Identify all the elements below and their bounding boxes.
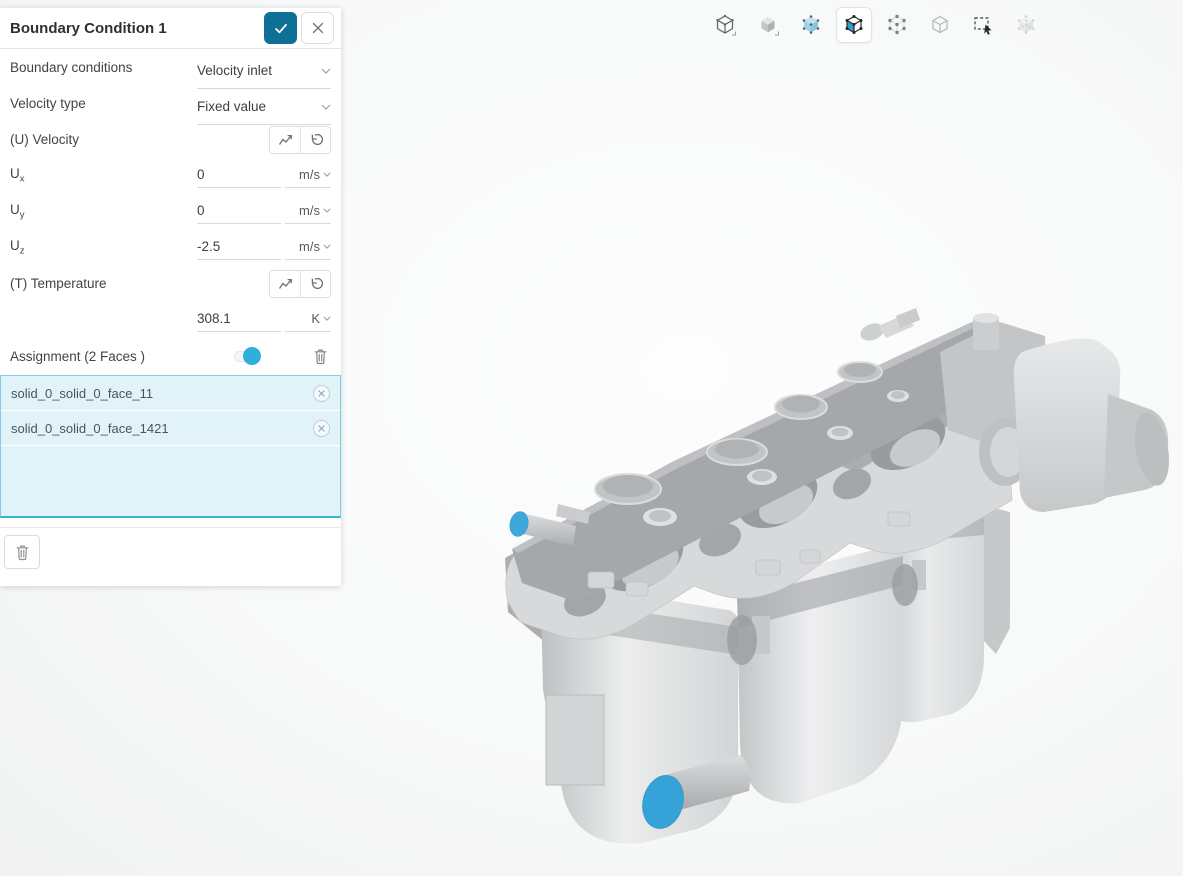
undo-icon — [311, 134, 323, 146]
assignment-clear-button[interactable] — [309, 345, 331, 367]
ux-input[interactable]: 0 — [197, 161, 281, 188]
ux-unit-value: m/s — [299, 166, 320, 182]
chevron-down-icon — [321, 68, 331, 74]
select-face-icon — [845, 15, 863, 34]
trash-icon — [314, 349, 326, 364]
boundary-conditions-value: Velocity inlet — [197, 63, 273, 78]
tool-select-vertex[interactable] — [879, 7, 915, 43]
row-uz: Uz -2.5 m/s — [0, 229, 341, 265]
uz-label: Uz — [10, 237, 25, 257]
uy-unit-value: m/s — [299, 202, 320, 218]
row-u-velocity: (U) Velocity — [0, 121, 341, 157]
app: Boundary Condition 1 Boundary conditions… — [0, 0, 1183, 876]
toggle-knob — [243, 347, 261, 365]
face-name: solid_0_solid_0_face_11 — [11, 385, 154, 401]
temperature-actions — [269, 270, 331, 298]
view-cube-icon — [716, 14, 736, 36]
tool-view-cube[interactable] — [707, 7, 743, 43]
select-hidden-icon — [1017, 15, 1035, 34]
uy-input[interactable]: 0 — [197, 197, 281, 224]
model-fin — [983, 505, 1010, 654]
u-velocity-actions — [269, 126, 331, 154]
row-assignment: Assignment (2 Faces ) — [0, 337, 341, 375]
close-icon — [318, 389, 325, 397]
face-remove-button[interactable] — [313, 419, 330, 437]
shaded-view-icon — [761, 17, 779, 36]
ux-label: Ux — [10, 165, 25, 185]
chevron-down-icon — [323, 316, 331, 321]
tool-box-select[interactable] — [965, 7, 1001, 43]
row-temperature-value: 308.1 K — [0, 301, 341, 337]
chart-icon — [278, 134, 292, 145]
check-icon — [274, 23, 287, 33]
undo-icon — [311, 278, 323, 290]
row-boundary-conditions: Boundary conditions Velocity inlet — [0, 49, 341, 89]
cancel-button[interactable] — [301, 12, 334, 44]
assignment-label: Assignment (2 Faces ) — [10, 348, 146, 364]
view-toolbar — [707, 7, 1044, 43]
face-list-item[interactable]: solid_0_solid_0_face_11 — [1, 376, 340, 411]
face-list-item[interactable]: solid_0_solid_0_face_1421 — [1, 411, 340, 446]
tool-select-volume[interactable] — [793, 7, 829, 43]
temperature-input[interactable]: 308.1 — [197, 305, 281, 332]
delete-boundary-condition-button[interactable] — [4, 535, 40, 569]
tool-select-hidden[interactable] — [1008, 7, 1044, 43]
u-velocity-reset-button[interactable] — [300, 127, 330, 153]
select-vertex-icon — [888, 14, 906, 35]
velocity-type-select[interactable]: Fixed value — [197, 89, 331, 125]
trash-icon — [16, 545, 28, 560]
panel-body: Boundary conditions Velocity inlet Veloc… — [0, 49, 341, 579]
row-ux: Ux 0 m/s — [0, 157, 341, 193]
assignment-faces-list: solid_0_solid_0_face_11 solid_0_solid_0_… — [0, 375, 341, 518]
temperature-unit-value: K — [311, 310, 320, 326]
close-icon — [312, 22, 323, 34]
row-uy: Uy 0 m/s — [0, 193, 341, 229]
confirm-button[interactable] — [264, 12, 297, 44]
u-velocity-chart-button[interactable] — [270, 127, 300, 153]
tool-shaded-view[interactable] — [750, 7, 786, 43]
assignment-toggle[interactable] — [234, 347, 261, 365]
uz-input[interactable]: -2.5 — [197, 233, 281, 260]
boundary-conditions-select[interactable]: Velocity inlet — [197, 53, 331, 89]
temperature-reset-button[interactable] — [300, 271, 330, 297]
select-edge-icon — [932, 15, 948, 34]
uz-unit-value: m/s — [299, 238, 320, 254]
row-temperature: (T) Temperature — [0, 265, 341, 301]
chevron-down-icon — [323, 208, 331, 213]
box-select-icon — [974, 17, 992, 35]
select-volume-icon — [802, 15, 820, 34]
panel-header: Boundary Condition 1 — [0, 8, 341, 49]
temperature-chart-button[interactable] — [270, 271, 300, 297]
boundary-condition-panel: Boundary Condition 1 Boundary conditions… — [0, 8, 341, 586]
chevron-down-icon — [323, 244, 331, 249]
row-velocity-type: Velocity type Fixed value — [0, 85, 341, 125]
face-name: solid_0_solid_0_face_1421 — [11, 420, 169, 436]
chart-icon — [278, 278, 292, 289]
close-icon — [318, 424, 325, 432]
panel-title: Boundary Condition 1 — [10, 19, 167, 37]
ux-unit-select[interactable]: m/s — [285, 161, 331, 188]
uy-label: Uy — [10, 201, 25, 221]
uy-unit-select[interactable]: m/s — [285, 197, 331, 224]
tool-select-edge[interactable] — [922, 7, 958, 43]
panel-footer — [0, 527, 341, 579]
chevron-down-icon — [321, 104, 331, 110]
tool-select-face[interactable] — [836, 7, 872, 43]
chevron-down-icon — [323, 172, 331, 177]
velocity-type-value: Fixed value — [197, 99, 267, 114]
temperature-unit-select[interactable]: K — [285, 305, 331, 332]
face-remove-button[interactable] — [313, 384, 330, 402]
uz-unit-select[interactable]: m/s — [285, 233, 331, 260]
